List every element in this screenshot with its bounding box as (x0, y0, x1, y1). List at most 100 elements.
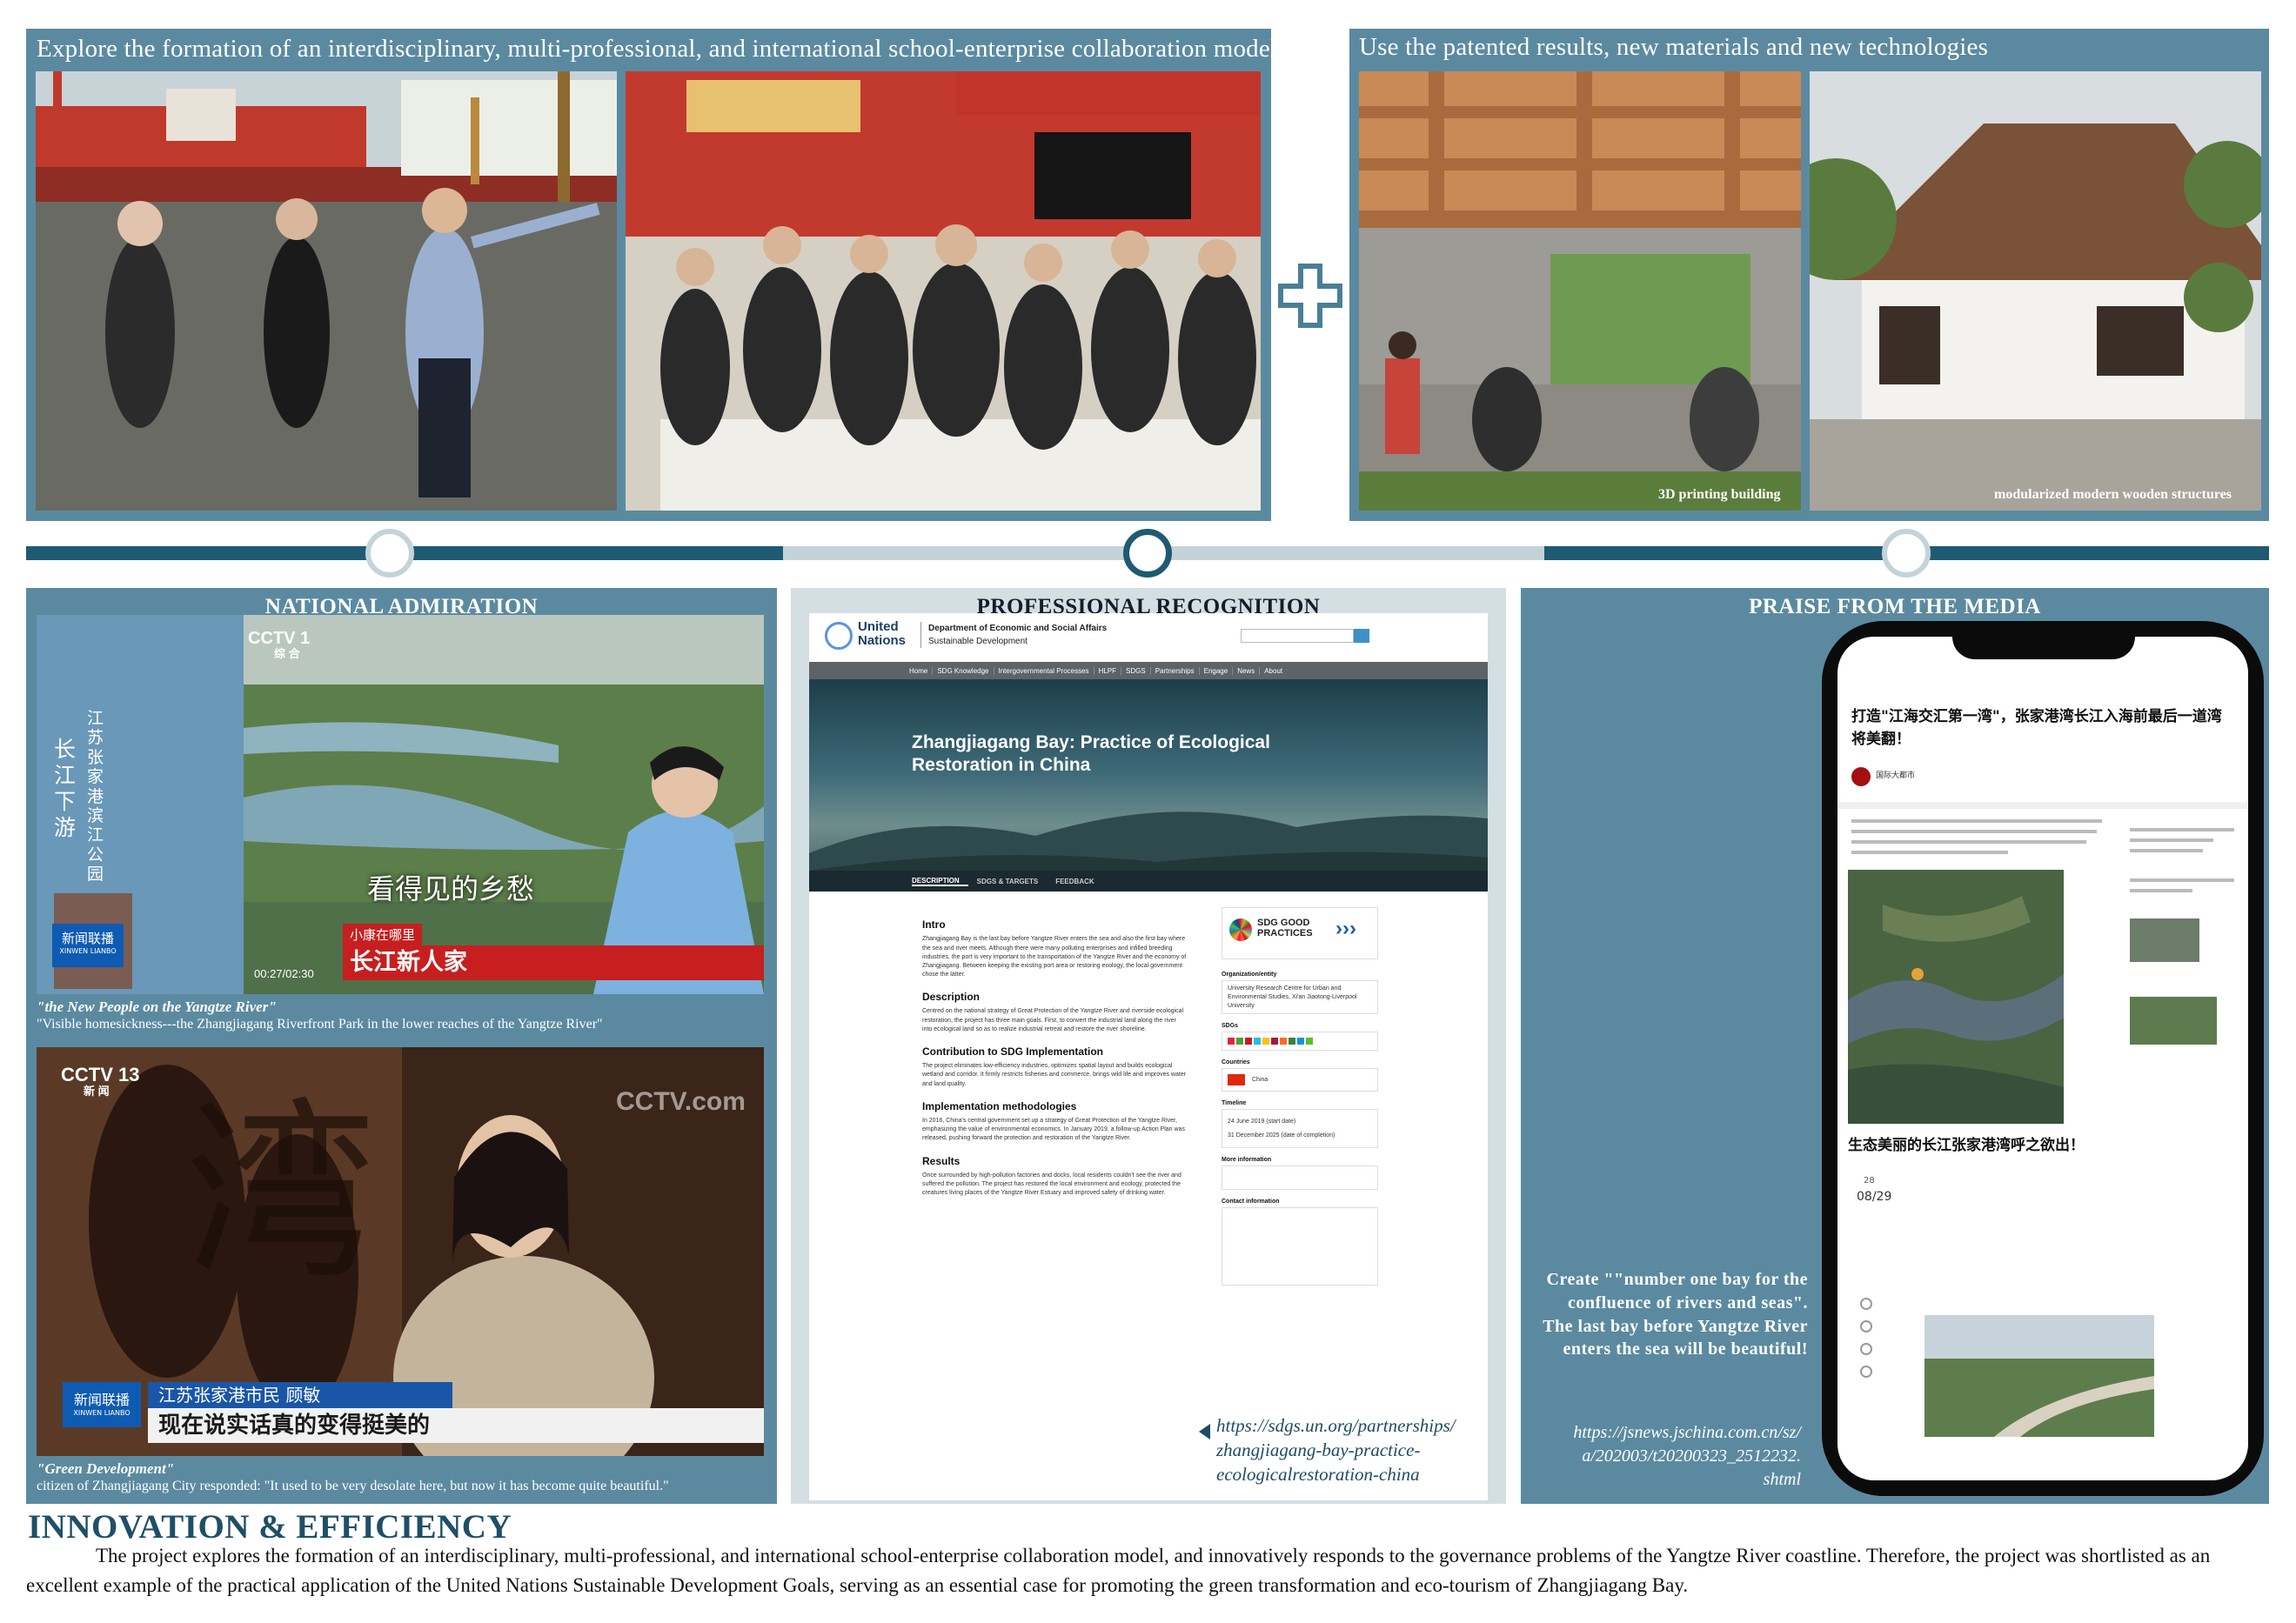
cctv1-caption: "the New People on the Yangtze River" "V… (37, 998, 603, 1033)
wooden-structure-caption: modularized modern wooden structures (1994, 487, 2232, 502)
article-author: 国际大都市 (1876, 771, 1916, 780)
wooden-structure-photo (1810, 71, 2261, 511)
section-contribution-heading: Contribution to SDG Implementation (922, 1045, 1103, 1058)
un-department: Department of Economic and Social Affair… (920, 622, 1107, 648)
ship-harbor-illustration (36, 71, 617, 511)
china-flag-icon (1228, 1074, 1245, 1086)
3d-printing-caption: 3D printing building (1658, 487, 1781, 502)
article-author-avatar (1851, 767, 1871, 786)
side-label-timeline: Timeline (1222, 1100, 1247, 1107)
side-org-box: University Research Centre for Urban and… (1222, 980, 1378, 1015)
un-nav-hlpf[interactable]: HLPF (1094, 666, 1122, 675)
cctv13-caption-title: "Green Development" (37, 1460, 175, 1477)
side-label-organization: Organization/entity (1222, 972, 1277, 978)
side-sdg-icons (1222, 1032, 1378, 1052)
team-meeting-illustration (626, 71, 1261, 511)
cctv13-caption: "Green Development" citizen of Zhangjiag… (37, 1459, 669, 1495)
3d-printing-building-photo (1359, 71, 1801, 511)
cctv1-overlay-text: 看得见的乡愁 (367, 872, 535, 905)
tab-sdgs-targets[interactable]: SDGS & TARGETS (968, 878, 1048, 885)
un-nav-sdgs[interactable]: SDGS (1121, 666, 1151, 675)
media-link[interactable]: https://jsnews.jschina.com.cn/sz/ a/2020… (1530, 1421, 1801, 1493)
un-hero-banner: Zhangjiagang Bay: Practice of Ecological… (809, 679, 1488, 888)
un-nav-partnerships[interactable]: Partnerships (1151, 666, 1200, 675)
sidebar-thumb-1 (2130, 918, 2199, 962)
cctv13-logo: CCTV 13 新 闻 (61, 1064, 140, 1099)
cctv1-program-title: 长江新人家 (343, 945, 764, 980)
collaboration-heading: Explore the formation of an interdiscipl… (37, 35, 1278, 63)
technology-heading: Use the patented results, new materials … (1359, 33, 1989, 61)
side-label-sdgs: SDGs (1222, 1023, 1239, 1030)
side-label-countries: Countries (1222, 1059, 1250, 1066)
cctv-com-logo: CCTV.com (616, 1087, 746, 1116)
team-meeting-photo (626, 71, 1261, 511)
section-description-heading: Description (922, 991, 981, 1004)
section-results-text: Once surrounded by high-pollution factor… (922, 1172, 1181, 1197)
side-time-start: 24 June 2019 (start date) (1228, 1119, 1296, 1125)
timeline-node-right (1882, 529, 1931, 578)
side-country-name: China (1252, 1077, 1268, 1084)
article-body-lines (1851, 819, 2112, 861)
timeline-node-left (365, 529, 414, 578)
un-search-input[interactable] (1241, 629, 1354, 643)
cctv13-screenshot: 湾 CCTV 13 新 闻 CCTV.com 新闻联播 XINWEN LIANB… (37, 1047, 764, 1456)
un-header: United Nations Department of Economic an… (809, 613, 1488, 658)
cctv13-speaker-quote: 现在说实话真的变得挺美的 (148, 1408, 764, 1443)
sdg-wheel-icon (1229, 918, 1252, 941)
phone-notch (1952, 621, 2135, 659)
media-title: PRAISE FROM THE MEDIA (1749, 595, 2041, 618)
un-nav-knowledge[interactable]: SDG Knowledge (933, 666, 994, 675)
article-sidebar-lines (2130, 828, 2234, 1045)
un-sidebar: SDG GOOD PRACTICES ››› Organization/enti… (1222, 907, 1378, 1286)
section-contribution-text: The project eliminates low-efficiency in… (922, 1063, 1187, 1087)
section-intro-text: Zhangjiagang Bay is the last bay before … (922, 936, 1187, 978)
cctv1-timestamp: 00:27/02:30 (254, 967, 314, 980)
cctv13-speaker-name: 江苏张家港市民 顾敏 (148, 1382, 452, 1408)
cctv13-news-logo: 新闻联播 XINWEN LIANBO (63, 1382, 141, 1427)
cctv1-screenshot: CCTV 1 综 合 江苏张家港滨江公园 长江下游 看得见的乡愁 新闻联播 XI… (37, 615, 764, 994)
section-description-text: Centred on the national strategy of Grea… (922, 1008, 1184, 1032)
article-date-month: 08/29 (1857, 1190, 1892, 1204)
un-nav-news[interactable]: News (1233, 666, 1261, 675)
phone-screen: 打造"江海交汇第一湾"，张家港湾长江入海前最后一道湾将美翻！ 国际大都市 生态美… (1837, 637, 2248, 1480)
un-nav-home[interactable]: Home (905, 666, 934, 675)
cctv1-caption-title: "the New People on the Yangtze River" (37, 999, 277, 1015)
un-nav-bar: Home SDG Knowledge Intergovernmental Pro… (809, 662, 1488, 679)
cctv1-caption-text: "Visible homesickness---the Zhangjiagang… (37, 1017, 603, 1032)
side-more-info-box[interactable] (1222, 1165, 1378, 1191)
un-tabs: DESCRIPTION SDGS & TARGETS FEEDBACK (809, 871, 1488, 892)
plus-icon (1277, 263, 1343, 329)
article-date-day: 28 (1864, 1176, 1875, 1186)
un-search-button[interactable] (1354, 629, 1369, 643)
article-share-icons (1860, 1298, 1874, 1378)
section-results-heading: Results (922, 1154, 961, 1167)
article-photo-road (1924, 1315, 2154, 1437)
tab-description[interactable]: DESCRIPTION (912, 877, 968, 886)
un-nav-about[interactable]: About (1260, 667, 1287, 675)
wooden-house-illustration (1810, 71, 2261, 511)
article-map-caption: 生态美丽的长江张家港湾呼之欲出！ (1848, 1137, 2085, 1154)
article-map-image (1848, 870, 2064, 1124)
sidebar-thumb-2 (2130, 997, 2217, 1045)
article-headline: 打造"江海交汇第一湾"，张家港湾长江入海前最后一道湾将美翻！ (1851, 708, 2222, 748)
innovation-body: The project explores the formation of an… (26, 1545, 2211, 1597)
un-main-content: Intro Zhangjiagang Bay is the last bay b… (922, 918, 1188, 1198)
side-contact-box (1222, 1207, 1378, 1286)
tab-feedback[interactable]: FEEDBACK (1047, 878, 1102, 885)
side-label-more-info: More information (1222, 1157, 1272, 1164)
cctv1-logo: CCTV 1 综 合 (248, 629, 311, 660)
cctv1-program-tag: 小康在哪里 (343, 924, 423, 945)
un-link-arrow-icon (1199, 1424, 1210, 1439)
pavilion-illustration (1359, 71, 1801, 511)
sdg-badge-text: SDG GOOD PRACTICES (1257, 918, 1313, 938)
section-methodologies-heading: Implementation methodologies (922, 1099, 1077, 1112)
timeline-node-center (1123, 529, 1172, 578)
media-quote: Create ""number one bay for the confluen… (1543, 1270, 1808, 1359)
cctv1-news-logo: 新闻联播 XINWEN LIANBO (52, 924, 124, 967)
cctv1-vertical-location: 江苏张家港滨江公园 (87, 709, 104, 885)
un-nav-processes[interactable]: Intergovernmental Processes (994, 666, 1094, 675)
section-intro-heading: Intro (922, 918, 946, 931)
un-webpage-screenshot: United Nations Department of Economic an… (809, 613, 1488, 1500)
un-partnership-link[interactable]: https://sdgs.un.org/partnerships/ zhangj… (1216, 1413, 1456, 1486)
un-nav-engage[interactable]: Engage (1200, 666, 1234, 675)
